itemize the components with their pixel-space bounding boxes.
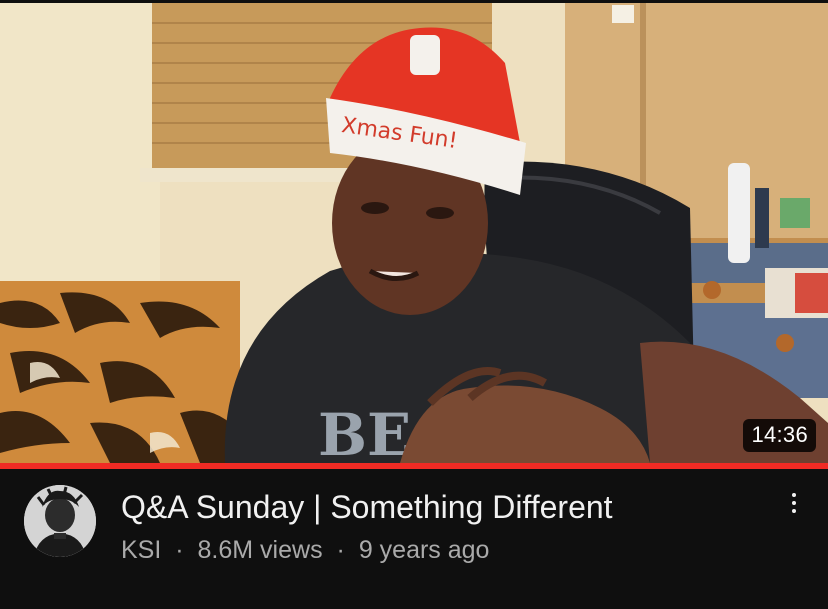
avatar-image [24, 485, 96, 557]
channel-avatar[interactable] [24, 485, 96, 557]
upload-age: 9 years ago [358, 536, 490, 564]
video-meta: KSI · 8.6M views · 9 years ago [121, 534, 489, 566]
view-count: 8.6M views [197, 536, 323, 564]
channel-name[interactable]: KSI [121, 536, 161, 564]
thumbnail-image: BEAST Xmas Fun! [0, 3, 828, 463]
more-vertical-icon[interactable] [774, 483, 814, 523]
watch-progress-bar [0, 463, 828, 469]
watch-progress-fill [0, 463, 828, 469]
video-card[interactable]: BEAST Xmas Fun! 14:36 [0, 0, 828, 609]
duration-badge: 14:36 [743, 419, 816, 452]
video-title[interactable]: Q&A Sunday | Something Different [121, 487, 761, 527]
video-thumbnail[interactable]: BEAST Xmas Fun! 14:36 [0, 3, 828, 463]
meta-separator: · [336, 536, 345, 564]
meta-separator: · [175, 536, 184, 564]
